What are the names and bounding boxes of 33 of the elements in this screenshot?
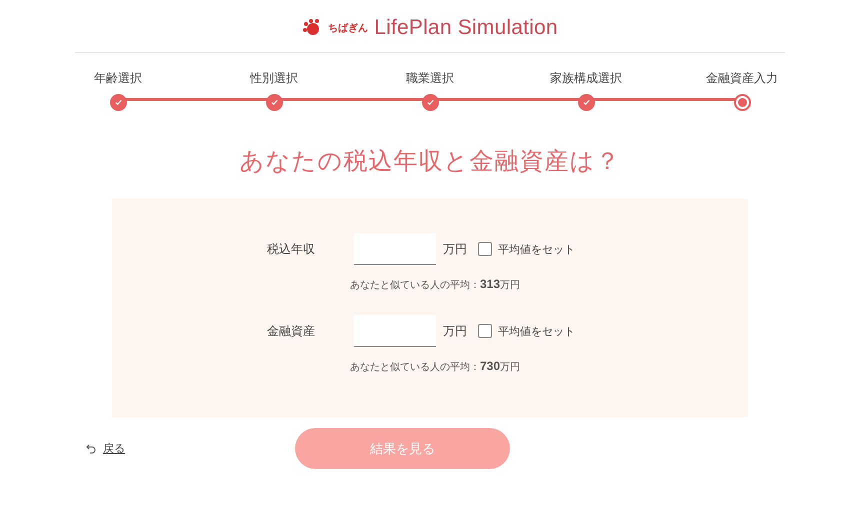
average-unit: 万円 [500, 279, 520, 292]
average-checkbox[interactable]: 平均値をセット [478, 324, 575, 338]
step-label: 年齢選択 [94, 70, 142, 87]
unit-label: 万円 [443, 322, 468, 340]
unit-label: 万円 [443, 240, 468, 258]
average-value: 730 [480, 359, 500, 373]
check-icon [270, 98, 278, 107]
checkbox[interactable] [478, 242, 492, 256]
step-label: 職業選択 [406, 70, 454, 87]
back-link[interactable]: 戻る [85, 441, 125, 456]
field-label: 金融資産 [266, 322, 316, 340]
back-arrow-icon [85, 442, 97, 454]
step-label: 金融資産入力 [706, 70, 778, 87]
check-icon [582, 98, 590, 107]
average-unit: 万円 [500, 361, 520, 374]
question-heading: あなたの税込年収と金融資産は？ [240, 146, 620, 177]
back-label: 戻る [103, 441, 125, 456]
input-field[interactable] [354, 315, 436, 347]
app-title: LifePlan Simulation [374, 16, 558, 40]
check-icon [114, 98, 122, 107]
average-checkbox[interactable]: 平均値をセット [478, 242, 575, 256]
checkbox-label: 平均値をセット [498, 242, 575, 256]
average-value: 313 [480, 277, 500, 291]
average-label: あなたと似ている人の平均： [350, 279, 480, 292]
checkbox[interactable] [478, 324, 492, 338]
step-label: 性別選択 [250, 70, 298, 87]
checkbox-label: 平均値をセット [498, 324, 575, 338]
brand-name: ちばぎん [328, 22, 368, 35]
check-icon [426, 98, 434, 107]
input-field[interactable] [354, 233, 436, 265]
step-label: 家族構成選択 [550, 70, 622, 87]
average-label: あなたと似ている人の平均： [350, 361, 480, 374]
field-label: 税込年収 [266, 240, 316, 258]
